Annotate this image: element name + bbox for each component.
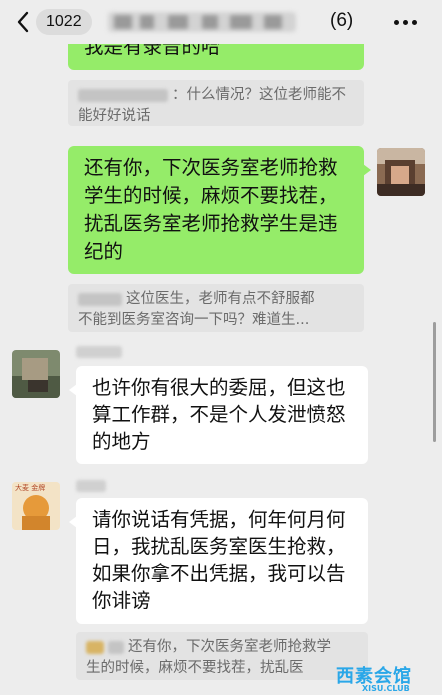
- quote-line: 生的时候，麻烦不要找茬，扰乱医: [86, 660, 304, 676]
- quoted-name-redacted: [78, 88, 168, 102]
- message-bubble-received[interactable]: 请你说话有凭据，何年何月何 日，我扰乱医务室医生抢救， 如果你拿不出凭据，我可以…: [69, 498, 368, 624]
- chat-title-redacted: [108, 12, 296, 32]
- quote-line: 不能到医务室咨询一下吗？难道生...: [78, 312, 310, 328]
- quoted-reply[interactable]: ：什么情况？这位老师能不能好好说话: [68, 80, 364, 126]
- quoted-name-redacted: [78, 292, 122, 306]
- avatar-caption: 大麦 金牌: [15, 484, 46, 492]
- avatar-sender[interactable]: 大麦 金牌: [12, 482, 60, 530]
- back-button[interactable]: [14, 9, 34, 35]
- message-line: 请你说话有凭据，何年何月何: [92, 508, 346, 531]
- message-line: 如果你拿不出凭据，我可以告: [92, 562, 346, 585]
- quote-line: 还有你，下次医务室老师抢救学: [128, 639, 331, 655]
- quoted-reply[interactable]: 这位医生，老师有点不舒服都 不能到医务室咨询一下吗？难道生...: [68, 284, 364, 332]
- message-line: 纪的: [84, 240, 124, 263]
- message-bubble-sent[interactable]: 还有你，下次医务室老师抢救 学生的时候，麻烦不要找茬， 扰乱医务室老师抢救学生是…: [68, 146, 371, 274]
- message-line: 你诽谤: [92, 589, 151, 612]
- message-line: 算工作群，不是个人发泄愤怒: [92, 403, 346, 426]
- unread-count-badge[interactable]: 1022: [36, 9, 92, 35]
- quote-line: 这位医生，老师有点不舒服都: [126, 291, 315, 307]
- message-line: 还有你，下次医务室老师抢救: [84, 156, 338, 179]
- scrollbar[interactable]: [433, 322, 436, 442]
- avatar-self[interactable]: [377, 148, 425, 196]
- sender-name-redacted: [76, 480, 106, 492]
- chat-screen: 1022 (6) 我是有录音的哈 ：什么情况？这位老师能不能好好说话 还有你，下…: [0, 0, 442, 695]
- message-line: 学生的时候，麻烦不要找茬，: [84, 184, 338, 207]
- quoted-reply[interactable]: 还有你，下次医务室老师抢救学 生的时候，麻烦不要找茬，扰乱医: [76, 632, 368, 680]
- sender-name-redacted: [76, 346, 122, 358]
- message-line: 的地方: [92, 430, 151, 453]
- message-bubble-received[interactable]: 也许你有很大的委屈，但这也 算工作群，不是个人发泄愤怒 的地方: [69, 366, 368, 464]
- quoted-avatar-redacted: [86, 640, 104, 654]
- chevron-left-icon: [17, 11, 29, 33]
- member-count: (6): [330, 10, 354, 31]
- watermark-sub: XISU.CLUB: [362, 684, 410, 693]
- message-line: 日，我扰乱医务室医生抢救，: [92, 535, 346, 558]
- avatar-sender[interactable]: [12, 350, 60, 398]
- quoted-name-redacted: [108, 640, 124, 654]
- chat-header: 1022 (6): [0, 0, 442, 44]
- more-button[interactable]: [392, 10, 420, 34]
- message-line: 扰乱医务室老师抢救学生是违: [84, 212, 338, 235]
- watermark-subtext: XISU.CLUB: [362, 684, 410, 693]
- message-line: 也许你有很大的委屈，但这也: [92, 376, 346, 399]
